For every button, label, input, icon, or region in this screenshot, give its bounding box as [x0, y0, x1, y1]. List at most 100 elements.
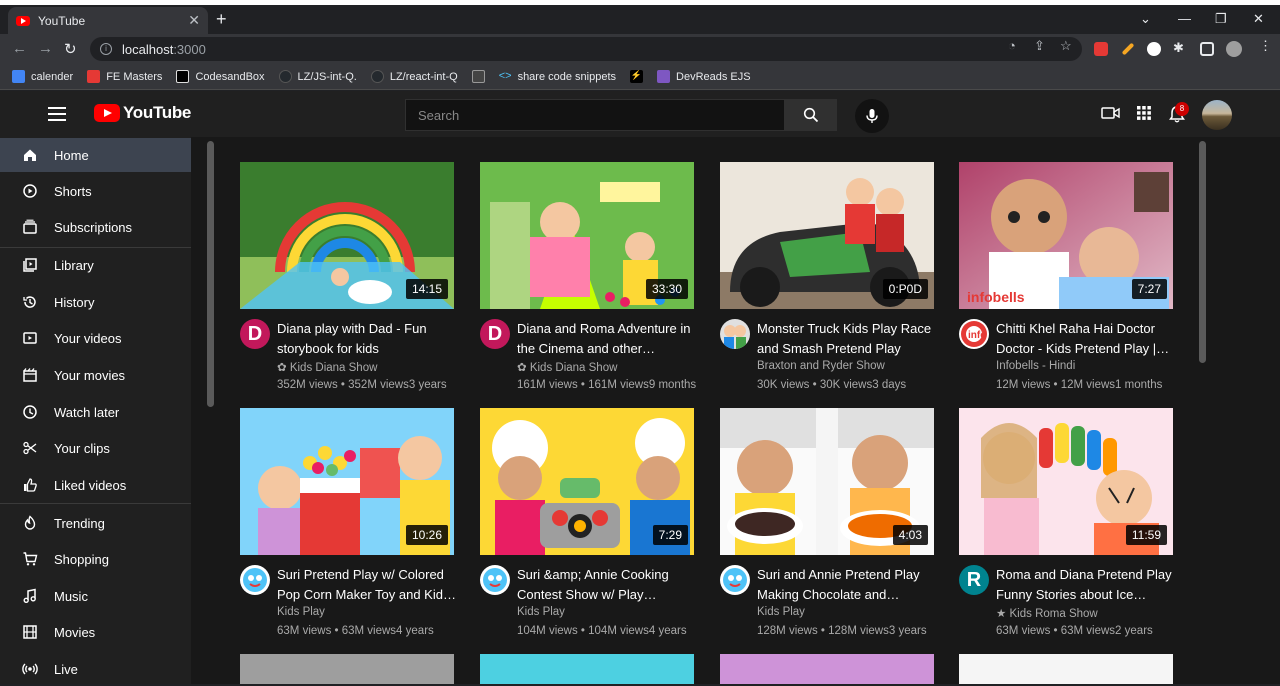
main-scrollbar[interactable]: [1199, 141, 1206, 363]
bookmark-item[interactable]: [471, 70, 491, 83]
voice-search-button[interactable]: [855, 99, 889, 133]
video-thumbnail[interactable]: [240, 654, 454, 684]
video-title[interactable]: Chitti Khel Raha Hai Doctor Doctor - Kid…: [996, 319, 1176, 359]
extension-2-icon[interactable]: [1121, 42, 1135, 56]
video-card[interactable]: 14:15 D Diana play with Dad - Fun storyboo…: [240, 162, 454, 429]
channel-avatar[interactable]: D: [240, 319, 270, 349]
create-video-icon[interactable]: [1101, 105, 1121, 121]
extension-1-icon[interactable]: [1094, 42, 1108, 56]
sidebar-item-history[interactable]: History: [0, 285, 191, 319]
sidebar-item-shorts[interactable]: Shorts: [0, 174, 191, 208]
video-card[interactable]: 33:30 D Diana and Roma Adventure in the Ci…: [480, 162, 697, 429]
sidebar-scrollbar[interactable]: [207, 141, 214, 407]
channel-avatar[interactable]: [720, 319, 750, 349]
channel-avatar[interactable]: R: [959, 565, 989, 595]
channel-avatar[interactable]: [240, 565, 270, 595]
video-thumbnail[interactable]: infobells 7:27: [959, 162, 1173, 309]
video-thumbnail[interactable]: 7:29: [480, 408, 694, 555]
channel-name[interactable]: ✿ Kids Diana Show: [277, 360, 377, 374]
video-thumbnail[interactable]: 0:P0D: [720, 162, 934, 309]
video-thumbnail[interactable]: [720, 654, 934, 684]
video-title[interactable]: Suri Pretend Play w/ Colored Pop Corn Ma…: [277, 565, 457, 605]
bookmark-item[interactable]: LZ/react-int-Q: [370, 70, 458, 83]
close-tab-icon[interactable]: ✕: [188, 12, 200, 29]
sidebar-item-live[interactable]: Live: [0, 652, 191, 686]
video-card[interactable]: infobells 7:27 info Chitti Khel Raha Hai Do…: [959, 162, 1173, 429]
sidebar-item-home[interactable]: Home: [0, 138, 191, 172]
sidebar-item-trending[interactable]: Trending: [0, 506, 191, 540]
apps-grid-icon[interactable]: [1136, 105, 1152, 121]
new-tab-icon[interactable]: +: [216, 9, 227, 30]
video-thumbnail[interactable]: [480, 654, 694, 684]
video-thumbnail[interactable]: 10:26: [240, 408, 454, 555]
forward-icon[interactable]: →: [38, 40, 53, 57]
channel-name[interactable]: Infobells - Hindi: [996, 360, 1075, 372]
channel-avatar[interactable]: D: [480, 319, 510, 349]
site-info-icon[interactable]: i: [100, 43, 112, 55]
sidebar-item-movies[interactable]: Movies: [0, 615, 191, 649]
menu-icon[interactable]: [48, 107, 66, 121]
reload-icon[interactable]: ↻: [64, 40, 77, 58]
bookmark-item[interactable]: DevReads EJS: [657, 70, 751, 83]
channel-avatar[interactable]: [720, 565, 750, 595]
channel-avatar[interactable]: [480, 565, 510, 595]
bookmark-item[interactable]: <> share code snippets: [499, 70, 616, 83]
channel-name[interactable]: Kids Play: [517, 606, 565, 618]
sidebar-item-library[interactable]: Library: [0, 248, 191, 282]
side-panel-icon[interactable]: [1200, 42, 1214, 56]
video-card[interactable]: 11:59 R Roma and Diana Pretend Play Funny …: [959, 408, 1173, 675]
extensions-puzzle-icon[interactable]: ✱: [1173, 40, 1184, 56]
video-thumbnail[interactable]: [959, 654, 1173, 684]
tab-search-icon[interactable]: ⌄: [1140, 11, 1151, 27]
video-title[interactable]: Suri and Annie Pretend Play Making Choco…: [757, 565, 937, 605]
video-card[interactable]: 10:26 Suri Pretend Play w/ Colored Pop Co…: [240, 408, 457, 675]
search-button[interactable]: [785, 99, 837, 131]
bookmark-item[interactable]: CodesandBox: [176, 70, 265, 83]
sidebar-item-music[interactable]: Music: [0, 579, 191, 613]
bookmark-item[interactable]: calender: [12, 70, 73, 83]
video-thumbnail[interactable]: 4:03: [720, 408, 934, 555]
channel-name[interactable]: ✿ Kids Diana Show: [517, 360, 617, 374]
video-title[interactable]: Diana play with Dad - Fun storybook for …: [277, 319, 457, 359]
channel-avatar[interactable]: info: [959, 319, 989, 349]
channel-name[interactable]: Braxton and Ryder Show: [757, 360, 885, 372]
bookmark-item[interactable]: FE Masters: [87, 70, 162, 83]
sidebar-item-subscriptions[interactable]: Subscriptions: [0, 210, 191, 244]
video-card[interactable]: 4:03 Suri and Annie Pretend Play Making C…: [720, 408, 934, 675]
search-input[interactable]: Search: [405, 99, 785, 131]
performance-icon[interactable]: ◔: [1008, 38, 1016, 53]
bookmark-item[interactable]: LZ/JS-int-Q.: [278, 70, 357, 83]
minimize-icon[interactable]: —: [1178, 11, 1191, 26]
maximize-icon[interactable]: ❐: [1215, 11, 1227, 27]
video-thumbnail[interactable]: 11:59: [959, 408, 1173, 555]
video-thumbnail[interactable]: 14:15: [240, 162, 454, 309]
bookmark-star-icon[interactable]: ☆: [1060, 38, 1072, 54]
share-icon[interactable]: ⇪: [1034, 38, 1045, 54]
browser-menu-icon[interactable]: ⋮: [1259, 38, 1272, 54]
video-card[interactable]: 7:29 Suri &amp; Annie Cooking Contest Sho…: [480, 408, 694, 675]
back-icon[interactable]: ←: [12, 40, 27, 57]
channel-name[interactable]: Kids Play: [277, 606, 325, 618]
sidebar-item-liked-videos[interactable]: Liked videos: [0, 468, 191, 502]
profile-icon[interactable]: [1226, 41, 1242, 57]
video-title[interactable]: Monster Truck Kids Play Race and Smash P…: [757, 319, 937, 359]
channel-name[interactable]: ★ Kids Roma Show: [996, 606, 1098, 620]
sidebar-item-watch-later[interactable]: Watch later: [0, 395, 191, 429]
video-title[interactable]: Suri &amp; Annie Cooking Contest Show w/…: [517, 565, 697, 605]
sidebar-item-your-clips[interactable]: Your clips: [0, 431, 191, 465]
youtube-logo[interactable]: YouTube: [94, 103, 191, 123]
sidebar-item-your-movies[interactable]: Your movies: [0, 358, 191, 392]
video-thumbnail[interactable]: 33:30: [480, 162, 694, 309]
extension-3-icon[interactable]: [1147, 42, 1161, 56]
video-title[interactable]: Roma and Diana Pretend Play Funny Storie…: [996, 565, 1176, 605]
sidebar-item-your-videos[interactable]: Your videos: [0, 321, 191, 355]
address-bar[interactable]: i localhost:3000: [90, 37, 1082, 61]
video-title[interactable]: Diana and Roma Adventure in the Cinema a…: [517, 319, 697, 359]
channel-name[interactable]: Kids Play: [757, 606, 805, 618]
bookmark-item[interactable]: ⚡: [630, 70, 649, 83]
user-avatar[interactable]: [1202, 100, 1232, 130]
browser-tab-youtube[interactable]: YouTube ✕: [8, 7, 208, 34]
sidebar-item-shopping[interactable]: Shopping: [0, 542, 191, 576]
close-window-icon[interactable]: ✕: [1253, 11, 1264, 27]
video-card[interactable]: 0:P0D Monster Truck Kids Play Race and Sm…: [720, 162, 934, 429]
